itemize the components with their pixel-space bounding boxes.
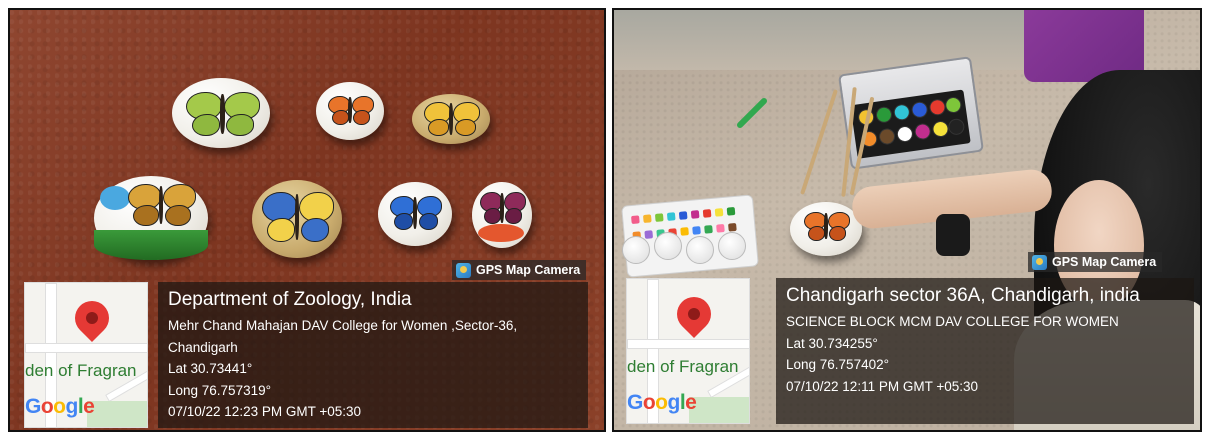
gps-map-camera-tag: GPS Map Camera: [452, 260, 587, 280]
painted-stone-in-progress: [790, 202, 862, 256]
gps-map-camera-tag: GPS Map Camera: [1028, 252, 1163, 272]
paint-jar: [686, 236, 714, 264]
painted-stone-butterfly-6: [378, 182, 452, 246]
gps-tag-label: GPS Map Camera: [476, 263, 581, 277]
location-info-box: Chandigarh sector 36A, Chandigarh, india…: [776, 278, 1194, 424]
map-thumbnail: den of Fragran Google: [626, 278, 750, 424]
wrist-watch: [936, 214, 970, 256]
address-line-2: Chandigarh: [168, 339, 238, 355]
latitude: Lat 30.73441°: [168, 361, 253, 376]
photo-right: GPS Map Camera den of Fragran Google Cha…: [612, 8, 1202, 432]
map-place-label: den of Fragran: [25, 361, 137, 380]
painted-stone-butterfly-2: [316, 82, 384, 140]
longitude: Long 76.757402°: [786, 357, 889, 372]
photo-left: GPS Map Camera den of Fragran Google Dep…: [8, 8, 606, 432]
gps-map-camera-icon: [1032, 254, 1047, 270]
location-title: Department of Zoology, India: [168, 289, 412, 310]
location-info-box: Department of Zoology, India Mehr Chand …: [158, 282, 588, 428]
address-line-1: Mehr Chand Mahajan DAV College for Women…: [168, 318, 518, 333]
map-place-label: den of Fragran: [627, 357, 739, 376]
painted-stone-butterfly-7: [472, 182, 532, 248]
timestamp: 07/10/22 12:23 PM GMT +05:30: [168, 404, 362, 419]
paint-jar: [718, 232, 746, 260]
paint-jar: [622, 236, 650, 264]
google-logo: Google: [627, 391, 697, 414]
gps-tag-label: GPS Map Camera: [1052, 255, 1157, 269]
latitude: Lat 30.734255°: [786, 335, 878, 351]
google-logo: Google: [25, 395, 95, 418]
paint-jar: [654, 232, 682, 260]
address-line-1: SCIENCE BLOCK MCM DAV COLLEGE FOR WOMEN: [786, 314, 1119, 329]
map-pin-icon: [67, 293, 117, 343]
painted-stone-butterfly-5: [252, 180, 342, 258]
painted-stone-butterfly-3: [412, 94, 490, 144]
longitude: Long 76.757319°: [168, 382, 271, 398]
map-pin-icon: [669, 289, 719, 339]
map-thumbnail: den of Fragran Google: [24, 282, 148, 428]
painted-stone-butterfly-1: [172, 78, 270, 148]
location-title: Chandigarh sector 36A, Chandigarh, india: [786, 285, 1140, 306]
gps-map-camera-icon: [456, 262, 471, 278]
painted-stone-butterfly-4: [94, 176, 208, 260]
timestamp: 07/10/22 12:11 PM GMT +05:30: [786, 378, 978, 394]
